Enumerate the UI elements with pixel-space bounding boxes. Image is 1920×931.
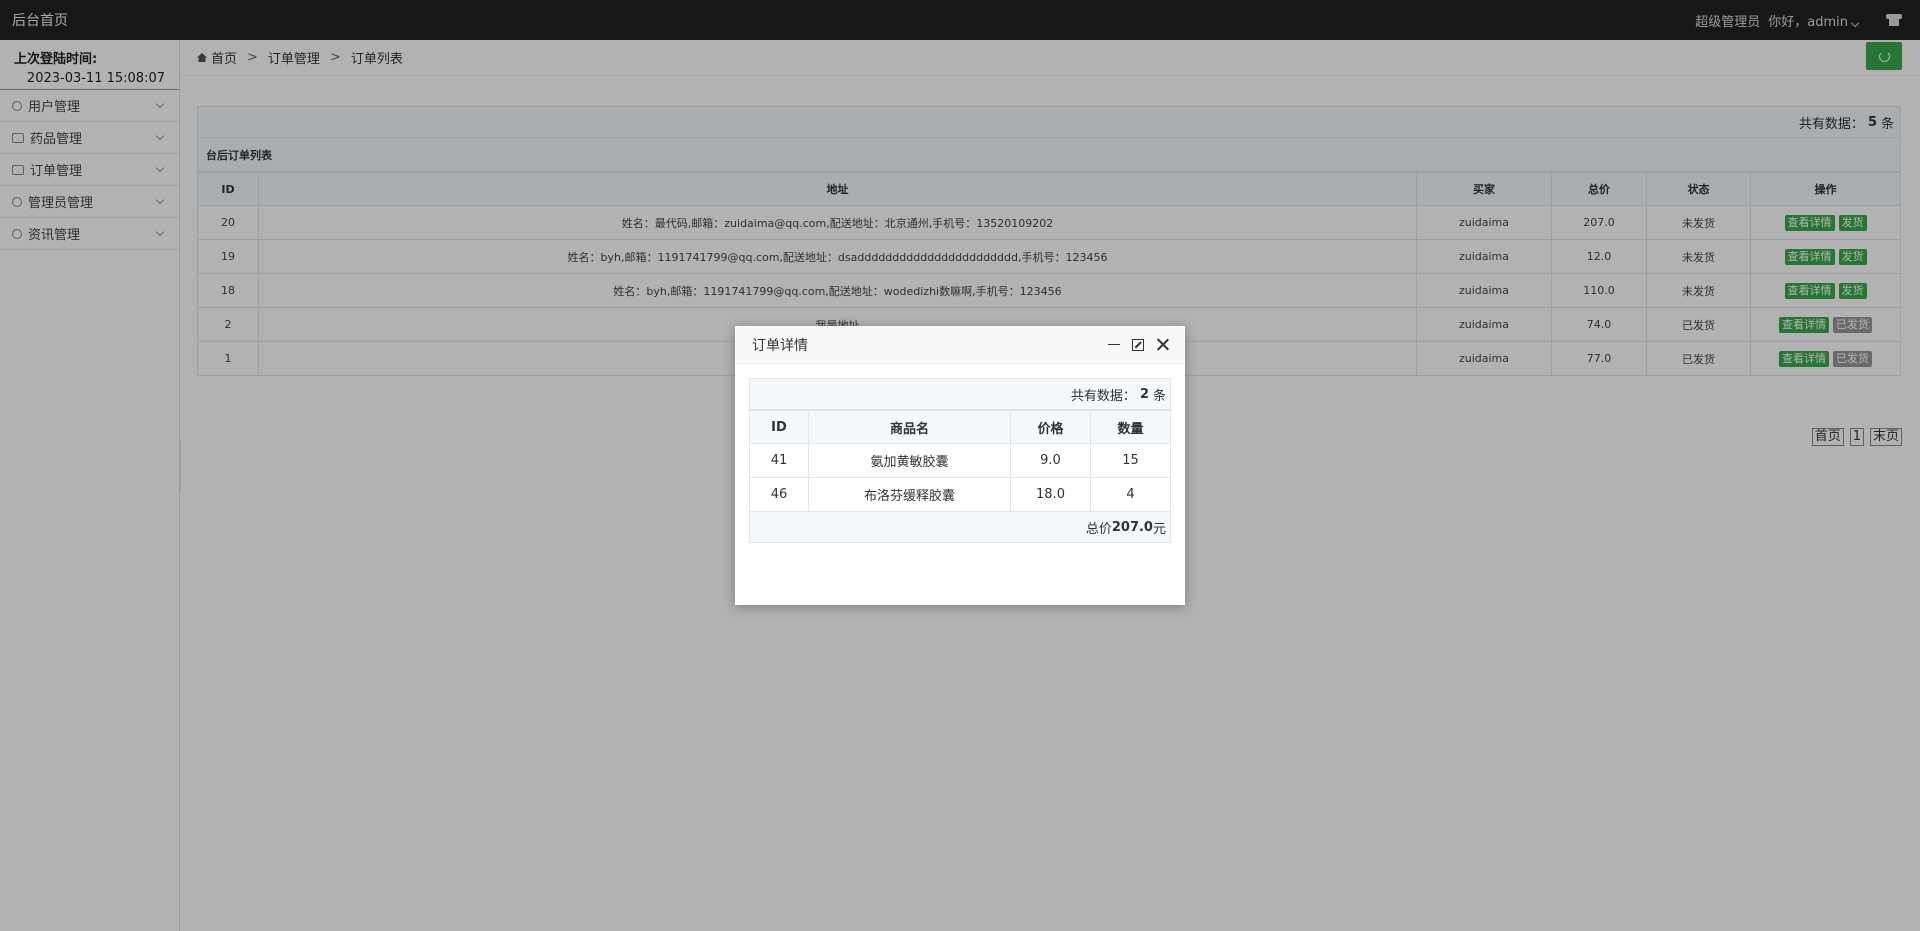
table-row: 41 氨加黄敏胶囊 9.0 15 [749, 443, 1171, 478]
minimize-icon[interactable] [1108, 343, 1120, 346]
cell-qty: 15 [1090, 443, 1171, 478]
modal-title: 订单详情 [752, 337, 808, 354]
close-icon[interactable] [1156, 338, 1169, 351]
modal-total: 共有数据： 2 条 [749, 378, 1171, 410]
modal-sum: 总价 207.0 元 [749, 512, 1171, 543]
col-id: ID [749, 410, 809, 444]
total-suffix: 条 [1152, 388, 1166, 404]
col-name: 商品名 [808, 410, 1011, 444]
cell-id: 46 [749, 477, 809, 512]
modal-header: 订单详情 [735, 326, 1185, 364]
total-prefix: 共有数据： [1070, 388, 1136, 404]
order-detail-modal: 订单详情 共有数据： 2 条 ID 商品名 价格 数量 41 氨加黄敏胶囊 9.0 15 4… [735, 326, 1185, 605]
table-header-row: ID 商品名 价格 数量 [749, 410, 1171, 444]
cell-price: 18.0 [1010, 477, 1091, 512]
cell-price: 9.0 [1010, 443, 1091, 478]
cell-name: 布洛芬缓释胶囊 [808, 477, 1011, 512]
col-price: 价格 [1010, 410, 1091, 444]
cell-qty: 4 [1090, 477, 1171, 512]
sum-value: 207.0 [1111, 519, 1153, 535]
items-table: ID 商品名 价格 数量 41 氨加黄敏胶囊 9.0 15 46 布洛芬缓释胶囊 18.0 4 [749, 410, 1171, 512]
cell-id: 41 [749, 443, 809, 478]
sum-label: 总价 [1085, 521, 1112, 537]
total-count: 2 [1139, 386, 1149, 402]
col-qty: 数量 [1090, 410, 1171, 444]
maximize-icon[interactable] [1132, 338, 1144, 351]
cell-name: 氨加黄敏胶囊 [808, 443, 1011, 478]
modal-body: 共有数据： 2 条 ID 商品名 价格 数量 41 氨加黄敏胶囊 9.0 15 46 布洛芬缓… [735, 364, 1185, 543]
sum-unit: 元 [1152, 521, 1166, 537]
modal-controls [1108, 338, 1169, 351]
table-row: 46 布洛芬缓释胶囊 18.0 4 [749, 477, 1171, 512]
